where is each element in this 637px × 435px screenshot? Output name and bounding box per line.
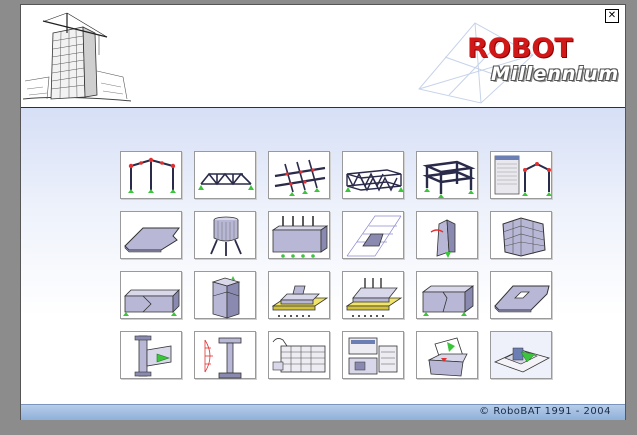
module-plate-design[interactable] (120, 211, 182, 259)
logo-robot-text: ROBOT (467, 33, 573, 64)
module-truss-2d[interactable] (194, 151, 256, 199)
module-frame-2d[interactable] (120, 151, 182, 199)
robot-millennium-logo: ROBOT Millennium (415, 15, 618, 105)
close-button[interactable]: ✕ (605, 9, 619, 23)
start-window: ROBOT Millennium ✕ © RoboBAT 1991 - 2004 (20, 4, 626, 420)
truss-3d-icon (345, 169, 404, 192)
spread-footing-icon (271, 285, 329, 317)
module-rc-beam[interactable] (120, 271, 182, 319)
volumetric-structure-icon (430, 219, 456, 258)
header-banner: ROBOT Millennium ✕ (21, 5, 625, 108)
module-axisymmetric-tank[interactable] (194, 211, 256, 259)
module-steel-design[interactable] (268, 331, 330, 379)
continuous-footing-icon (345, 278, 403, 317)
module-mail-box[interactable] (416, 331, 478, 379)
module-selection-area (21, 108, 625, 404)
open-project-icon (493, 347, 551, 373)
module-steel-connection[interactable] (120, 331, 182, 379)
module-stress-analysis[interactable] (490, 211, 552, 259)
module-spread-footing[interactable] (268, 271, 330, 319)
module-timber-section[interactable] (194, 331, 256, 379)
frame-with-table-icon (494, 155, 552, 196)
frame-3d-icon (422, 160, 476, 198)
rc-column-icon (211, 276, 241, 319)
stress-analysis-icon (502, 217, 546, 257)
frame-2d-icon (128, 157, 176, 193)
truss-2d-icon (198, 172, 254, 190)
module-section-design[interactable] (342, 211, 404, 259)
section-design-icon (346, 215, 402, 257)
module-volumetric-structure[interactable] (416, 211, 478, 259)
rc-beam-icon (123, 289, 180, 316)
rc-wall-icon (421, 285, 475, 316)
module-shell-design[interactable] (268, 211, 330, 259)
copyright-text: © RoboBAT 1991 - 2004 (479, 406, 611, 417)
module-rc-wall[interactable] (416, 271, 478, 319)
logo-millennium-text: Millennium (491, 63, 620, 85)
module-open-project[interactable] (490, 331, 552, 379)
module-rc-column[interactable] (194, 271, 256, 319)
building-crane-illustration (23, 12, 132, 102)
axisymmetric-tank-icon (210, 216, 242, 256)
module-frame-with-table[interactable] (490, 151, 552, 199)
module-workshop-drawing[interactable] (342, 331, 404, 379)
grillage-icon (274, 159, 326, 196)
steel-connection-icon (134, 335, 172, 377)
module-grillage[interactable] (268, 151, 330, 199)
rc-slab-icon (494, 285, 550, 313)
module-frame-3d[interactable] (416, 151, 478, 199)
timber-section-icon (204, 337, 242, 379)
mail-box-icon (427, 337, 468, 377)
module-truss-3d[interactable] (342, 151, 404, 199)
plate-design-icon (124, 227, 180, 253)
close-icon: ✕ (607, 10, 617, 21)
workshop-drawing-icon (348, 337, 398, 375)
module-continuous-footing[interactable] (342, 271, 404, 319)
steel-design-icon (272, 338, 326, 373)
footer-bar: © RoboBAT 1991 - 2004 (21, 404, 625, 420)
shell-design-icon (271, 216, 329, 258)
module-rc-slab[interactable] (490, 271, 552, 319)
